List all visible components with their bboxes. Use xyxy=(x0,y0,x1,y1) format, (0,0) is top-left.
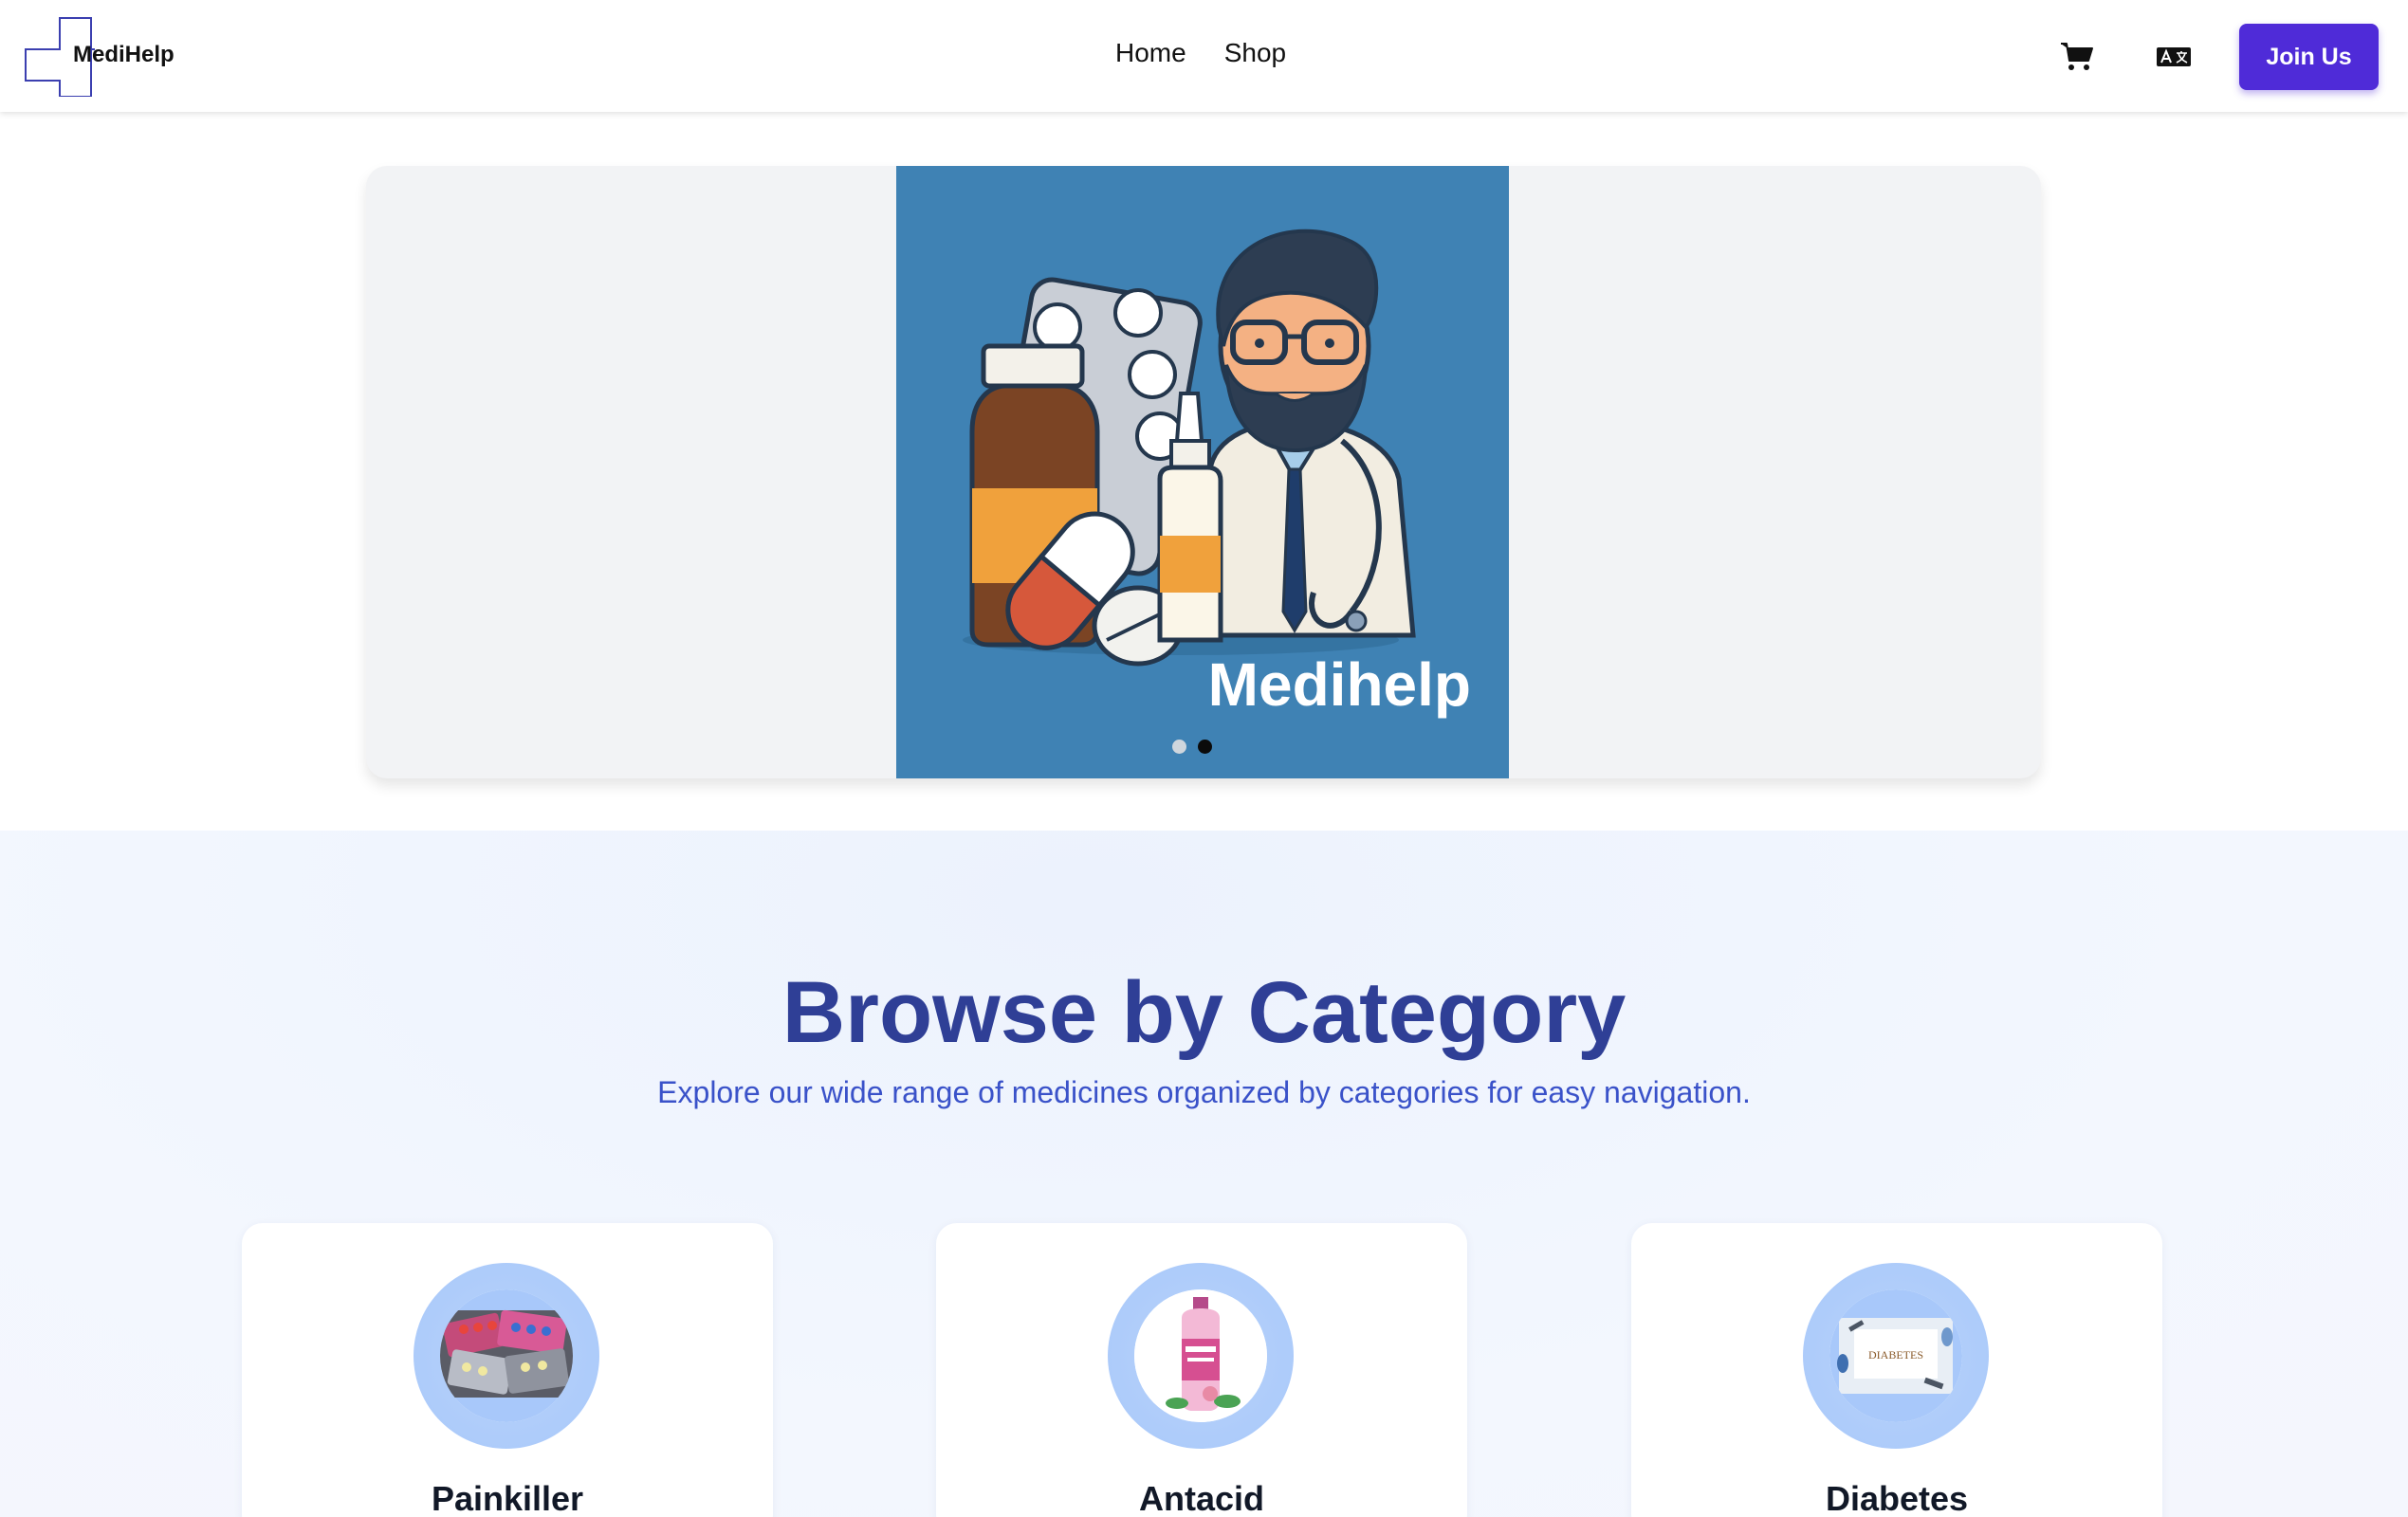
category-card-diabetes[interactable]: DIABETES Diabetes xyxy=(1631,1223,2162,1517)
hero-slide: Medihelp xyxy=(896,166,1509,778)
nav-home-link[interactable]: Home xyxy=(1115,38,1186,68)
diabetes-image: DIABETES xyxy=(1829,1289,1962,1422)
cart-button[interactable] xyxy=(2056,36,2098,78)
translate-icon xyxy=(2157,47,2191,66)
join-us-button[interactable]: Join Us xyxy=(2239,24,2379,90)
category-label: Painkiller xyxy=(431,1479,584,1517)
section-subtitle: Explore our wide range of medicines orga… xyxy=(657,1075,1751,1109)
hero-carousel: Medihelp xyxy=(366,166,2041,778)
language-button[interactable] xyxy=(2153,36,2195,78)
category-card-painkiller[interactable]: Painkiller xyxy=(242,1223,773,1517)
main-nav: Home Shop xyxy=(1115,38,1286,68)
category-image-ring: DIABETES xyxy=(1803,1263,1989,1449)
navbar: MediHelp Home Shop Join Us xyxy=(0,0,2408,112)
category-section: Browse by Category Explore our wide rang… xyxy=(0,831,2408,1517)
brand-logo[interactable]: MediHelp xyxy=(25,17,195,97)
carousel-dot-1[interactable] xyxy=(1172,740,1186,754)
antacid-image xyxy=(1134,1289,1267,1422)
carousel-dot-2[interactable] xyxy=(1198,740,1212,754)
cart-icon xyxy=(2061,43,2093,70)
section-title: Browse by Category xyxy=(781,964,1627,1061)
slide-caption: Medihelp xyxy=(1207,650,1471,719)
brand-name: MediHelp xyxy=(73,42,175,67)
carousel-dots xyxy=(1172,740,1212,754)
category-label: Antacid xyxy=(1138,1479,1264,1517)
category-image-ring xyxy=(1108,1263,1294,1449)
diabetes-image-text: DIABETES xyxy=(1868,1348,1923,1362)
category-card-antacid[interactable]: Antacid xyxy=(936,1223,1467,1517)
category-label: Diabetes xyxy=(1825,1479,1969,1517)
category-image-ring xyxy=(414,1263,599,1449)
nav-shop-link[interactable]: Shop xyxy=(1224,38,1286,68)
painkiller-image xyxy=(440,1289,573,1422)
